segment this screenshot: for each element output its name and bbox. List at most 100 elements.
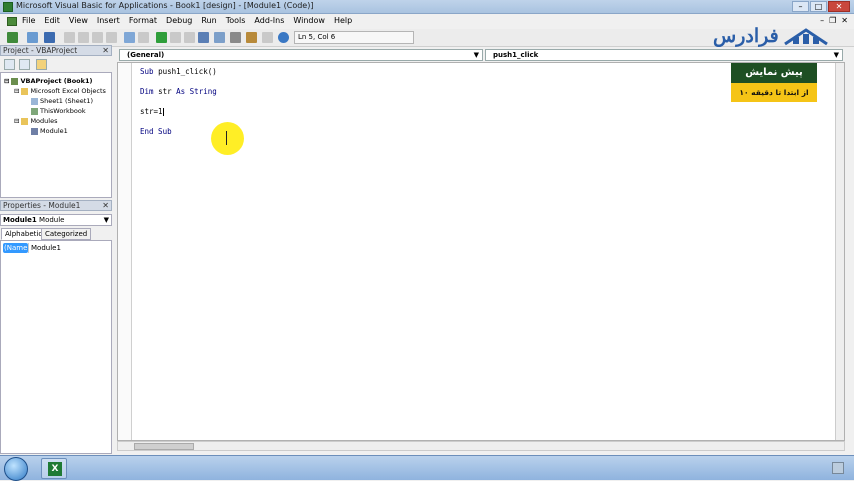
- code-horizontal-scrollbar[interactable]: [117, 441, 845, 451]
- text-caret: [162, 108, 164, 116]
- menu-file[interactable]: File: [22, 16, 35, 25]
- code-line-1-rest: push1_click(): [158, 67, 217, 76]
- menu-view[interactable]: View: [69, 16, 88, 25]
- preview-badge-subtitle: از ابتدا تا دقیقه ۱۰: [731, 83, 817, 102]
- project-close-icon[interactable]: ✕: [102, 46, 109, 55]
- redo-icon[interactable]: [138, 32, 149, 43]
- cursor-position-status: Ln 5, Col 6: [294, 31, 414, 44]
- cut-icon[interactable]: [64, 32, 75, 43]
- tray-icon[interactable]: [832, 462, 844, 474]
- faradars-logo: فرادرس: [713, 20, 831, 56]
- excel-view-icon[interactable]: [7, 32, 18, 43]
- object-browser-icon[interactable]: [246, 32, 257, 43]
- property-row-name[interactable]: (Name) Module1: [3, 243, 109, 253]
- keyword-as: As: [176, 87, 186, 96]
- properties-selected-type: Module: [39, 216, 65, 224]
- excel-icon: X: [48, 462, 62, 476]
- run-icon[interactable]: [156, 32, 167, 43]
- folder-icon: [21, 87, 29, 95]
- tree-item-modules[interactable]: ⊟ Modules: [14, 117, 57, 125]
- code-vertical-scrollbar[interactable]: [835, 63, 844, 440]
- code-line-3[interactable]: str=1: [140, 107, 164, 116]
- tree-item-label: VBAProject (Book1): [20, 77, 93, 85]
- code-editor[interactable]: Sub push1_click() Dim str As String str=…: [117, 62, 845, 441]
- title-bar: Microsoft Visual Basic for Applications …: [0, 0, 854, 14]
- view-object-icon[interactable]: [19, 59, 30, 70]
- menu-format[interactable]: Format: [129, 16, 157, 25]
- tree-item-excel-objects[interactable]: ⊟ Microsoft Excel Objects: [14, 87, 106, 95]
- tree-item-label: ThisWorkbook: [40, 107, 86, 115]
- code-margin[interactable]: [118, 63, 132, 440]
- tree-item-thisworkbook[interactable]: ThisWorkbook: [31, 107, 86, 115]
- taskbar: X: [0, 455, 854, 481]
- properties-close-icon[interactable]: ✕: [102, 201, 109, 210]
- keyword-dim: Dim: [140, 87, 154, 96]
- copy-icon[interactable]: [78, 32, 89, 43]
- reset-icon[interactable]: [184, 32, 195, 43]
- tab-alphabetic[interactable]: Alphabetic: [1, 228, 47, 240]
- mouse-highlight: [211, 122, 244, 155]
- chevron-down-icon: ▼: [103, 216, 109, 224]
- toolbox-icon[interactable]: [262, 32, 273, 43]
- menu-insert[interactable]: Insert: [97, 16, 120, 25]
- help-icon[interactable]: [278, 32, 289, 43]
- menu-help[interactable]: Help: [334, 16, 352, 25]
- tree-item-module1[interactable]: Module1: [31, 127, 68, 135]
- break-icon[interactable]: [170, 32, 181, 43]
- code-line-1[interactable]: Sub push1_click(): [140, 67, 217, 76]
- toggle-folders-icon[interactable]: [36, 59, 47, 70]
- tree-item-label: Sheet1 (Sheet1): [40, 97, 93, 105]
- find-icon[interactable]: [106, 32, 117, 43]
- window-title: Microsoft Visual Basic for Applications …: [16, 1, 314, 10]
- menu-run[interactable]: Run: [201, 16, 216, 25]
- project-panel-title: Project - VBAProject ✕: [0, 45, 112, 56]
- preview-badge: پیش نمایش از ابتدا تا دقیقه ۱۰: [731, 63, 817, 103]
- close-icon[interactable]: ✕: [828, 1, 850, 12]
- ibeam-cursor-icon: [226, 131, 229, 145]
- chevron-down-icon: ▼: [833, 51, 839, 59]
- module-icon: [31, 127, 38, 135]
- object-combo[interactable]: (General) ▼: [119, 49, 483, 61]
- properties-object-select[interactable]: Module1 Module ▼: [0, 214, 112, 226]
- tree-item-label: Module1: [40, 127, 68, 135]
- collapse-icon: ⊟: [14, 117, 20, 125]
- menu-window[interactable]: Window: [293, 16, 325, 25]
- design-mode-icon[interactable]: [198, 32, 209, 43]
- menu-edit[interactable]: Edit: [44, 16, 60, 25]
- properties-window-icon[interactable]: [230, 32, 241, 43]
- property-value[interactable]: Module1: [28, 243, 61, 253]
- code-line-4-text: End Sub: [140, 127, 172, 136]
- maximize-icon[interactable]: □: [810, 1, 827, 12]
- code-line-3-text: str=1: [140, 107, 163, 116]
- insert-module-icon[interactable]: [27, 32, 38, 43]
- start-button[interactable]: [4, 457, 28, 481]
- property-name: (Name): [3, 243, 31, 253]
- procedure-combo-value: push1_click: [493, 51, 539, 59]
- mdi-close-icon[interactable]: ✕: [841, 16, 848, 25]
- scroll-thumb[interactable]: [134, 443, 194, 450]
- tab-categorized[interactable]: Categorized: [41, 228, 92, 240]
- properties-panel-title: Properties - Module1 ✕: [0, 200, 112, 211]
- tree-item-label: Modules: [30, 117, 58, 125]
- object-combo-value: (General): [127, 51, 165, 59]
- properties-grid: (Name) Module1: [0, 240, 112, 454]
- code-line-2[interactable]: Dim str As String: [140, 87, 217, 96]
- project-icon: [11, 77, 19, 85]
- menu-add-ins[interactable]: Add-Ins: [254, 16, 284, 25]
- save-icon[interactable]: [44, 32, 55, 43]
- paste-icon[interactable]: [92, 32, 103, 43]
- project-explorer-icon[interactable]: [214, 32, 225, 43]
- minimize-icon[interactable]: –: [792, 1, 809, 12]
- tree-item-sheet1[interactable]: Sheet1 (Sheet1): [31, 97, 93, 105]
- chevron-down-icon: ▼: [473, 51, 479, 59]
- code-line-4[interactable]: End Sub: [140, 127, 172, 136]
- project-toolbar: [0, 57, 112, 72]
- menu-tools[interactable]: Tools: [226, 16, 246, 25]
- undo-icon[interactable]: [124, 32, 135, 43]
- menu-debug[interactable]: Debug: [166, 16, 192, 25]
- vba-menu-icon[interactable]: [7, 17, 17, 26]
- taskbar-excel-button[interactable]: X: [41, 458, 67, 479]
- view-code-icon[interactable]: [4, 59, 15, 70]
- properties-tabs: Alphabetic Categorized: [0, 228, 112, 240]
- tree-item-vbaproject[interactable]: ⊟ VBAProject (Book1): [4, 77, 92, 85]
